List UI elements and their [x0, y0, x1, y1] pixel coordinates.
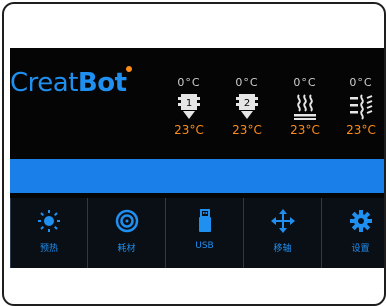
chamber-fan-icon: [350, 94, 373, 120]
logo-text-creat: Creat: [10, 68, 78, 98]
usb-label: USB: [195, 241, 214, 251]
temp-current: 23°C: [174, 123, 204, 137]
filament-label: 耗材: [117, 244, 136, 254]
svg-text:1: 1: [186, 98, 192, 109]
preheat-label: 预热: [39, 244, 58, 254]
move-axis-label: 移轴: [273, 244, 292, 254]
sun-icon: [38, 210, 60, 232]
nozzle-2-icon: 2: [236, 94, 258, 119]
temp-target: 0°C: [235, 76, 259, 89]
temp-nozzle-2[interactable]: 0°C 2 23°C: [218, 76, 276, 137]
temp-target: 0°C: [349, 76, 373, 89]
usb-drive-icon: [198, 209, 211, 232]
main-menu: 预热 耗材 USB 移轴 设置: [10, 198, 384, 268]
temp-current: 23°C: [232, 123, 262, 137]
temp-current: 23°C: [346, 123, 376, 137]
temp-current: 23°C: [290, 123, 320, 137]
printer-screen: Creat Bot 0°C 1 23°C 0°C 2 23°C 0°C 23°C…: [10, 48, 384, 268]
usb-button[interactable]: USB: [166, 198, 244, 268]
move-axis-button[interactable]: 移轴: [244, 198, 322, 268]
temp-heated-bed[interactable]: 0°C 23°C: [276, 76, 334, 137]
creatbot-logo: Creat Bot: [10, 66, 132, 98]
temp-target: 0°C: [177, 76, 201, 89]
status-bar: [10, 159, 384, 193]
move-arrows-icon: [270, 209, 295, 233]
nozzle-1-icon: 1: [178, 94, 200, 119]
temp-target: 0°C: [293, 76, 317, 89]
heated-bed-icon: [294, 94, 316, 120]
svg-text:2: 2: [244, 98, 250, 109]
device-frame: Creat Bot 0°C 1 23°C 0°C 2 23°C 0°C 23°C…: [2, 2, 386, 306]
temp-chamber[interactable]: 0°C 23°C: [332, 76, 384, 137]
filament-button[interactable]: 耗材: [88, 198, 166, 268]
gear-icon: [349, 210, 372, 232]
settings-button[interactable]: 设置: [322, 198, 384, 268]
logo-dot: [125, 66, 132, 72]
settings-label: 设置: [351, 244, 370, 254]
logo-text-bot: Bot: [77, 68, 127, 98]
temp-nozzle-1[interactable]: 0°C 1 23°C: [160, 76, 218, 137]
preheat-button[interactable]: 预热: [10, 198, 88, 268]
filament-spool-icon: [115, 209, 138, 233]
